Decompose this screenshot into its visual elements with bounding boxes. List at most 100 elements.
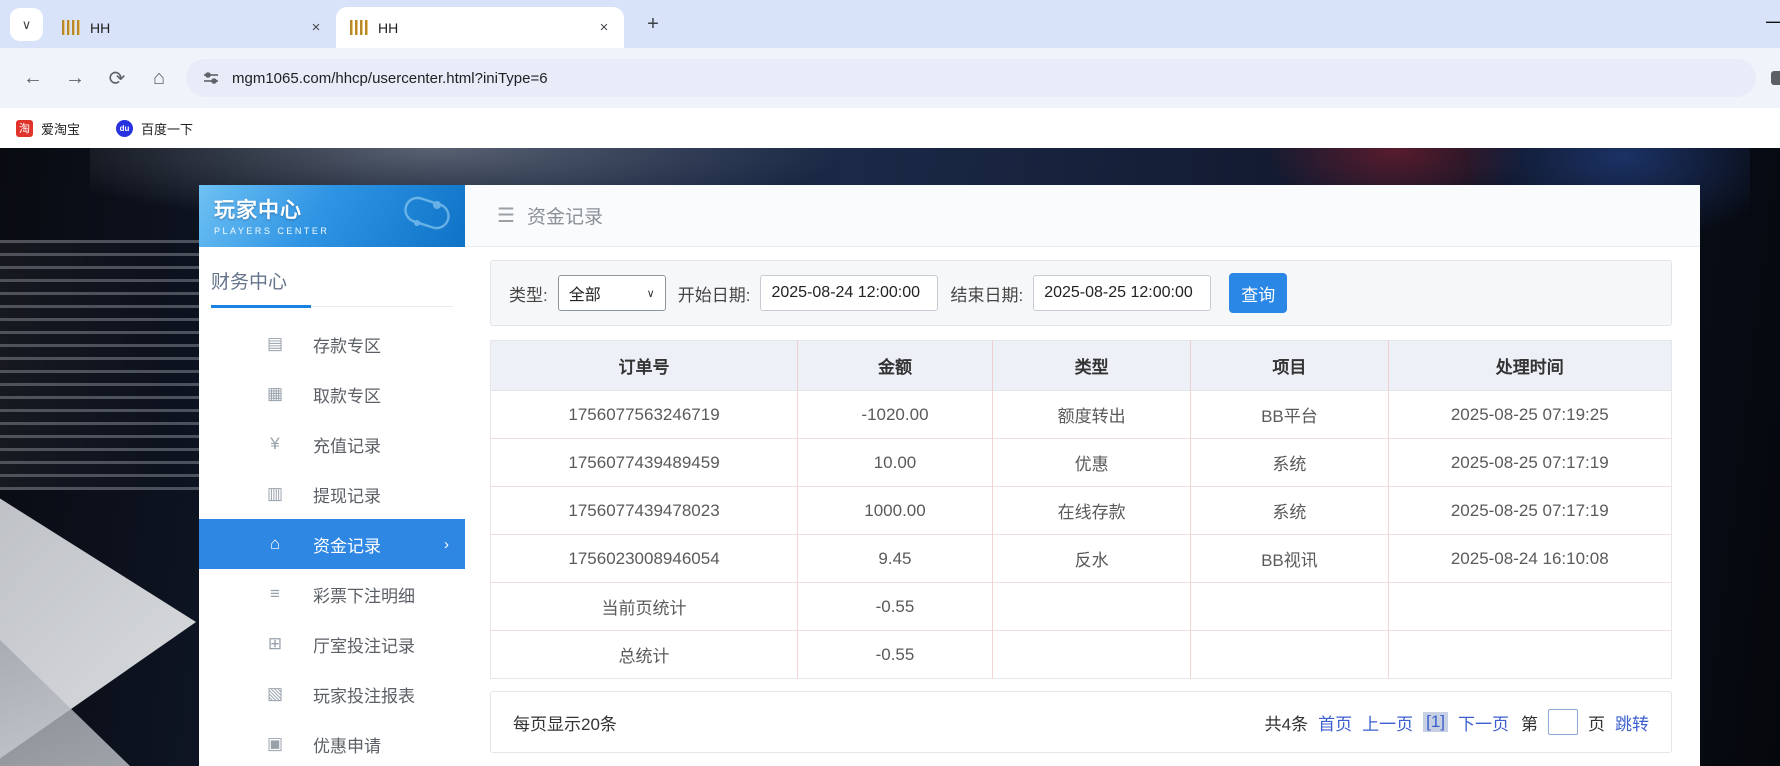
tab-search-chevron-icon[interactable]: ∨ — [10, 8, 43, 41]
table-body: 1756077563246719-1020.00额度转出BB平台2025-08-… — [491, 391, 1672, 679]
back-icon[interactable]: ← — [12, 67, 54, 90]
close-icon[interactable]: × — [594, 19, 614, 36]
sidebar-section-title: 财务中心 — [211, 267, 453, 307]
baidu-icon: du — [116, 120, 133, 137]
background-streaks — [0, 240, 205, 490]
tab-title: HH — [378, 20, 584, 36]
minimize-icon[interactable]: — — [1766, 13, 1780, 29]
browser-tab[interactable]: HH × — [48, 7, 336, 48]
sidebar-item-link[interactable]: ▥ 提现记录 — [199, 469, 465, 519]
end-date-input[interactable]: 2025-08-25 12:00:00 — [1033, 275, 1211, 311]
hamburger-icon[interactable]: ☰ — [497, 203, 515, 228]
column-header: 处理时间 — [1388, 341, 1671, 391]
page-title: 资金记录 — [527, 202, 603, 229]
table-header-row: 订单号金额类型项目处理时间 — [491, 341, 1672, 391]
funds-table: 订单号金额类型项目处理时间 1756077563246719-1020.00额度… — [490, 340, 1672, 679]
close-icon[interactable]: × — [306, 19, 326, 36]
table-row: 175607743948945910.00优惠系统2025-08-25 07:1… — [491, 439, 1672, 487]
main-panel: ☰ 资金记录 类型: 全部 ∨ 开始日期: 2025-08-24 12:00:0… — [465, 185, 1700, 766]
tab-title: HH — [90, 20, 296, 36]
sidebar-header: 玩家中心 PLAYERS CENTER — [199, 185, 465, 247]
table-cell — [992, 583, 1190, 631]
withdraw-icon: ▦ — [263, 384, 287, 404]
table-cell: 系统 — [1191, 439, 1388, 487]
sidebar-item-link[interactable]: ▣优惠申请 — [199, 719, 465, 766]
browser-toolbar: ← → ⟳ ⌂ mgm1065.com/hhcp/usercenter.html… — [0, 48, 1780, 108]
table-cell: 10.00 — [798, 439, 993, 487]
table-cell: 额度转出 — [992, 391, 1190, 439]
sidebar-item-label: 提现记录 — [313, 482, 381, 507]
browser-tab[interactable]: HH × — [336, 7, 624, 48]
sidebar-item-link[interactable]: ▧ 玩家投注报表 — [199, 669, 465, 719]
sidebar-item-label: 资金记录 — [313, 532, 381, 557]
table-cell: 1756077563246719 — [491, 391, 798, 439]
search-button[interactable]: 查询 — [1229, 273, 1287, 313]
reload-icon[interactable]: ⟳ — [96, 66, 138, 91]
sidebar-item-label: 玩家投注报表 — [313, 682, 415, 707]
sidebar-item-link[interactable]: ¥充值记录 — [199, 419, 465, 469]
promo-apply-icon: ▣ — [263, 734, 287, 754]
table-cell — [1191, 583, 1388, 631]
chevron-right-icon: › — [444, 536, 449, 553]
url-text[interactable]: mgm1065.com/hhcp/usercenter.html?iniType… — [232, 70, 548, 87]
withdrawal-record-icon: ▥ — [263, 484, 287, 504]
hall-bets-icon: ⊞ — [263, 634, 287, 654]
table-cell: -0.55 — [798, 583, 993, 631]
next-page-link[interactable]: 下一页 — [1458, 710, 1509, 735]
table-cell: 2025-08-25 07:17:19 — [1388, 487, 1671, 535]
sidebar-item-link[interactable]: ⊞ 厅室投注记录 — [199, 619, 465, 669]
table-cell: 当前页统计 — [491, 583, 798, 631]
table-cell: 2025-08-25 07:19:25 — [1388, 391, 1671, 439]
page-size-text: 每页显示20条 — [513, 710, 617, 735]
type-select[interactable]: 全部 ∨ — [558, 275, 666, 311]
sidebar-item-link[interactable]: ▤存款专区 — [199, 319, 465, 369]
tab-strip-tabs: HH × HH × — [48, 0, 624, 48]
tune-icon[interactable] — [202, 69, 220, 87]
bookmark-item[interactable]: du 百度一下 — [116, 119, 193, 138]
start-date-label: 开始日期: — [678, 281, 751, 306]
page-jump-input[interactable] — [1548, 709, 1578, 735]
table-cell — [1388, 631, 1671, 679]
bookmark-label: 百度一下 — [141, 119, 193, 138]
jump-prefix: 第 — [1521, 710, 1538, 735]
lottery-bets-icon: ≡ — [263, 584, 287, 604]
sidebar-item-link[interactable]: ≡ 彩票下注明细 — [199, 569, 465, 619]
table-cell: BB平台 — [1191, 391, 1388, 439]
table-row: 总统计-0.55 — [491, 631, 1672, 679]
sidebar-item-label: 厅室投注记录 — [313, 632, 415, 657]
sidebar-item-label: 取款专区 — [313, 382, 381, 407]
bookmark-label: 爱淘宝 — [41, 119, 80, 138]
end-date-label: 结束日期: — [950, 281, 1023, 306]
funds-record-icon: ⌂ — [263, 534, 287, 554]
table-cell: 反水 — [992, 535, 1190, 583]
forward-icon[interactable]: → — [54, 67, 96, 90]
table-cell: 在线存款 — [992, 487, 1190, 535]
column-header: 类型 — [992, 341, 1190, 391]
bet-report-icon: ▧ — [263, 684, 287, 704]
sidebar-item-link[interactable]: ▦ 取款专区 — [199, 369, 465, 419]
jump-link[interactable]: 跳转 — [1615, 710, 1649, 735]
sidebar-menu: ▤存款专区 ▦ 取款专区 ¥充值记录 ▥ 提现记录 ⌂ 资金记录 › ≡ 彩票下注明细 ⊞ 厅室投注记录… — [199, 319, 465, 766]
start-date-value: 2025-08-24 12:00:00 — [771, 284, 920, 302]
table-row: 17560230089460549.45反水BB视讯2025-08-24 16:… — [491, 535, 1672, 583]
player-center-sidebar: 玩家中心 PLAYERS CENTER 财务中心 ▤存款专区 ▦ 取款专区 ¥充值记录… — [199, 185, 465, 766]
start-date-input[interactable]: 2025-08-24 12:00:00 — [760, 275, 938, 311]
new-tab-button[interactable]: + — [640, 13, 666, 36]
address-bar[interactable]: mgm1065.com/hhcp/usercenter.html?iniType… — [186, 59, 1756, 97]
site-favicon-icon — [62, 20, 80, 35]
prev-page-link[interactable]: 上一页 — [1362, 710, 1413, 735]
sidebar-item-label: 彩票下注明细 — [313, 582, 415, 607]
table-row: 当前页统计-0.55 — [491, 583, 1672, 631]
table-cell — [1388, 583, 1671, 631]
webpage: 玩家中心 PLAYERS CENTER 财务中心 ▤存款专区 ▦ 取款专区 ¥充值记录… — [0, 148, 1780, 766]
column-header: 订单号 — [491, 341, 798, 391]
bookmark-item[interactable]: 淘爱淘宝 — [16, 119, 80, 138]
first-page-link[interactable]: 首页 — [1318, 710, 1352, 735]
partial-extension-icon[interactable] — [1771, 71, 1780, 85]
taobao-icon: 淘 — [16, 120, 33, 137]
gamepad-icon — [397, 193, 455, 237]
home-icon[interactable]: ⌂ — [138, 67, 180, 90]
tab-strip: ∨ HH × HH × + — — [0, 0, 1780, 48]
sidebar-item-active[interactable]: ⌂ 资金记录 › — [199, 519, 465, 569]
table-cell: BB视讯 — [1191, 535, 1388, 583]
